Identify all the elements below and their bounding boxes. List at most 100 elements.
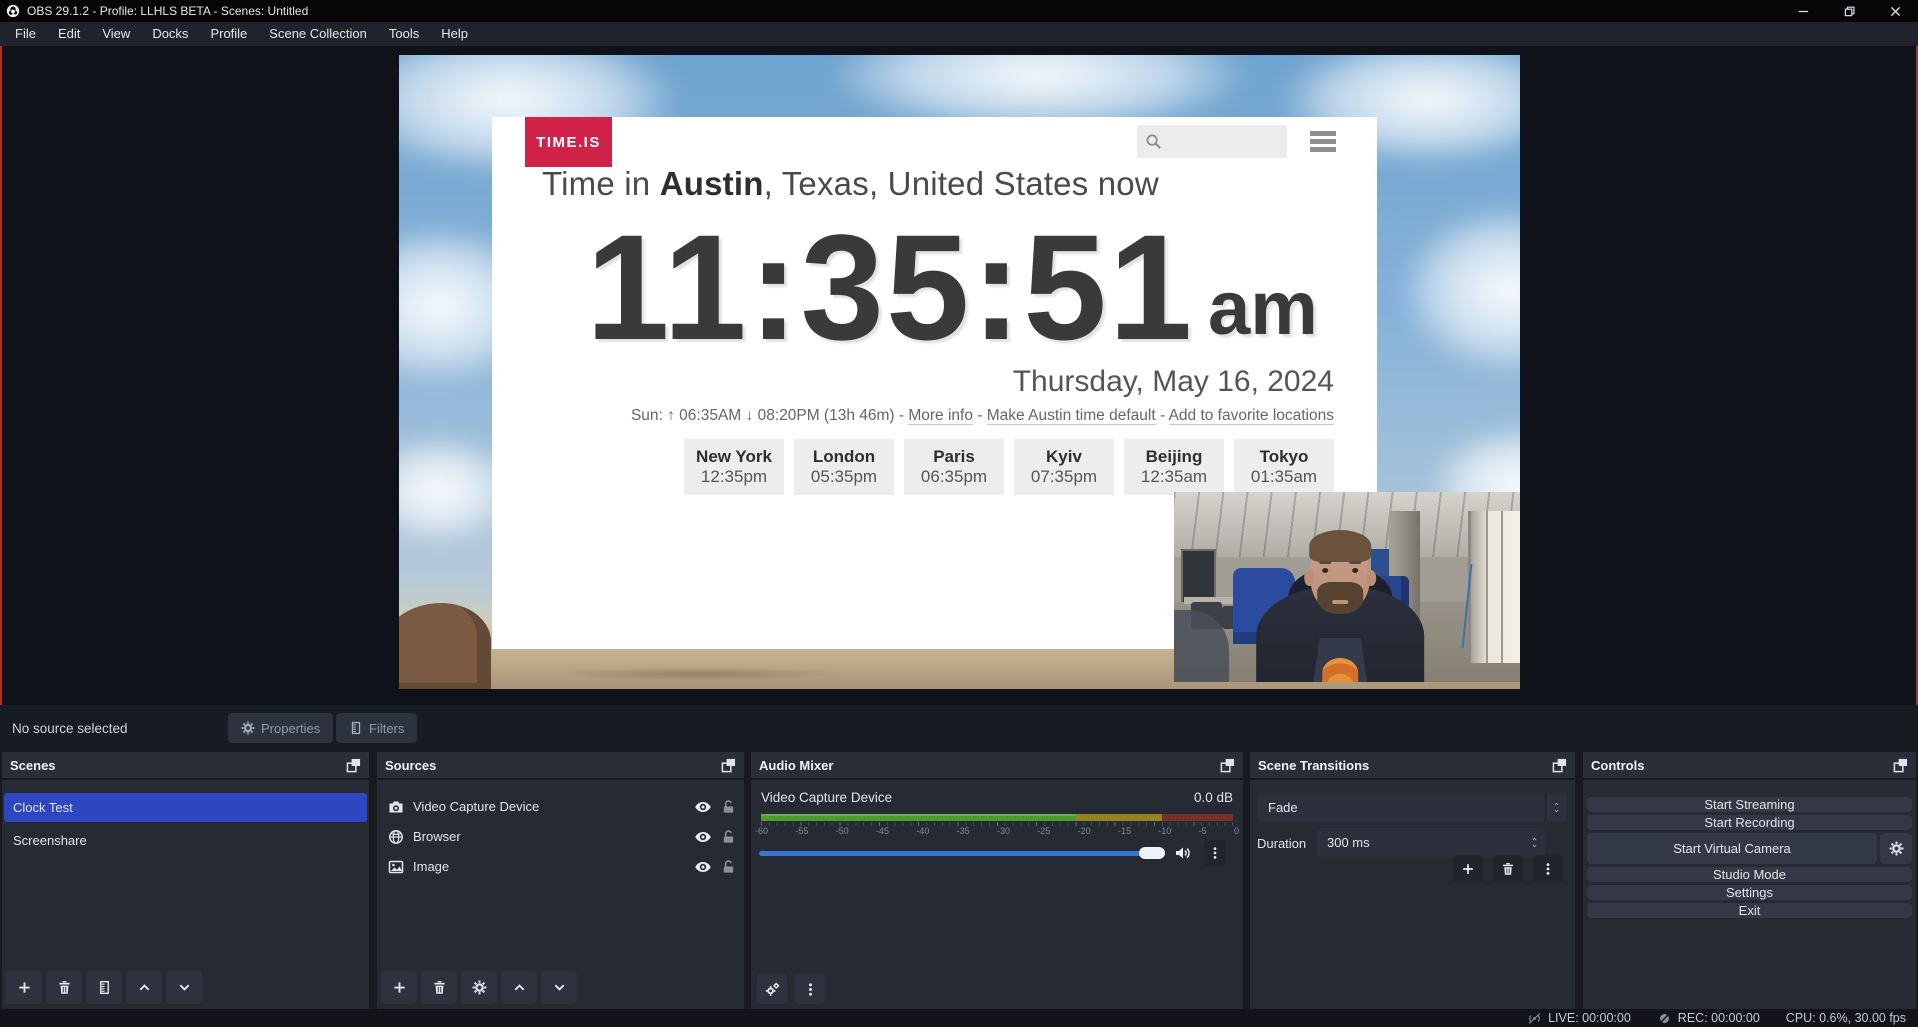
mixer-channel-menu-button[interactable] [1204,840,1226,866]
menu-docks[interactable]: Docks [141,22,199,46]
volume-slider-handle[interactable] [1139,847,1165,859]
obs-logo-icon [6,4,20,18]
world-times-row: New York12:35pm London05:35pm Paris06:35… [684,439,1334,495]
filter-icon [97,980,112,995]
move-source-down-button[interactable] [541,971,577,1004]
settings-button[interactable]: Settings [1587,885,1912,900]
remove-source-button[interactable] [421,971,457,1004]
timeis-date: Thursday, May 16, 2024 [1013,365,1334,399]
transition-select-arrows[interactable] [1545,793,1567,822]
popout-icon[interactable] [721,758,736,773]
dots-icon [1541,862,1555,876]
close-button[interactable] [1872,0,1918,22]
controls-header[interactable]: Controls [1583,752,1916,780]
source-properties-button[interactable] [461,971,497,1004]
visibility-eye-icon[interactable] [694,858,712,876]
popout-icon[interactable] [1552,758,1567,773]
menu-edit[interactable]: Edit [47,22,91,46]
world-time-newyork: New York12:35pm [684,439,784,495]
virtual-camera-config-button[interactable] [1880,833,1912,864]
duration-spin-arrows[interactable] [1523,828,1545,857]
scenes-title: Scenes [10,758,56,773]
menu-view[interactable]: View [91,22,141,46]
menu-tools[interactable]: Tools [378,22,430,46]
stream-inactive-icon [1527,1012,1542,1025]
start-recording-button[interactable]: Start Recording [1587,815,1912,830]
menu-profile[interactable]: Profile [199,22,258,46]
visibility-eye-icon[interactable] [694,828,712,846]
move-source-up-button[interactable] [501,971,537,1004]
timeis-search-box [1137,125,1287,158]
timeis-logo: TIME.IS [525,117,612,167]
hoodie-orange-logo [1322,658,1358,682]
scene-transitions-header[interactable]: Scene Transitions [1250,752,1575,780]
webcam-video-overlay [1174,492,1520,682]
mixer-menu-button[interactable] [795,974,825,1004]
source-item-browser[interactable]: Browser [379,822,742,851]
minimize-button[interactable] [1780,0,1826,22]
image-icon [388,859,404,875]
restore-button[interactable] [1826,0,1872,22]
popout-icon[interactable] [1220,758,1235,773]
scene-item-screenshare[interactable]: Screenshare [4,826,367,855]
duration-spinbox[interactable]: 300 ms [1317,828,1545,857]
sources-header[interactable]: Sources [377,752,744,780]
lock-icon[interactable] [721,859,736,874]
audio-mixer-header[interactable]: Audio Mixer [751,752,1243,780]
remove-transition-button[interactable] [1493,855,1523,883]
source-item-video-capture[interactable]: Video Capture Device [379,792,742,821]
studio-mode-button[interactable]: Studio Mode [1587,867,1912,882]
mixer-level-db: 0.0 dB [1194,790,1233,805]
filters-button[interactable]: Filters [336,713,417,743]
world-time-tokyo: Tokyo01:35am [1234,439,1334,495]
source-item-image[interactable]: Image [379,852,742,881]
gear-icon [241,721,255,735]
duration-value: 300 ms [1317,835,1523,850]
scene-item-clock-test[interactable]: Clock Test [4,793,367,822]
properties-button[interactable]: Properties [228,713,333,743]
popout-icon[interactable] [1893,758,1908,773]
scene-filters-button[interactable] [86,971,122,1004]
exit-button[interactable]: Exit [1587,903,1912,918]
lock-icon[interactable] [721,799,736,814]
close-icon [1890,6,1901,17]
desert-mound [399,603,491,689]
more-info-link: More info [908,407,973,425]
transition-select[interactable]: Fade [1258,793,1567,822]
start-virtual-camera-button[interactable]: Start Virtual Camera [1587,833,1877,864]
audio-mixer-panel: Audio Mixer Video Capture Device 0.0 dB … [751,752,1243,1009]
globe-icon [388,829,404,845]
add-transition-button[interactable] [1453,855,1483,883]
minimize-icon [1798,6,1809,17]
add-source-button[interactable] [381,971,417,1004]
lock-icon[interactable] [721,829,736,844]
webcam-person [1255,532,1425,682]
menu-file[interactable]: File [4,22,47,46]
scene-preview[interactable]: TIME.IS Time in Austin, Texas, United St… [399,55,1520,689]
gear-icon [472,980,487,995]
scenes-header[interactable]: Scenes [2,752,369,780]
remove-scene-button[interactable] [46,971,82,1004]
advanced-audio-button[interactable] [757,974,787,1004]
record-inactive-icon [1657,1012,1672,1025]
visibility-eye-icon[interactable] [694,798,712,816]
transition-properties-button[interactable] [1533,855,1563,883]
speaker-icon[interactable] [1174,844,1192,862]
trash-icon [1501,862,1515,876]
add-scene-button[interactable] [6,971,42,1004]
gear-icon [1889,841,1904,856]
menu-scene-collection[interactable]: Scene Collection [258,22,378,46]
start-streaming-button[interactable]: Start Streaming [1587,797,1912,812]
trash-icon [432,980,447,995]
popout-icon[interactable] [346,758,361,773]
scenes-panel: Scenes Clock Test Screenshare [2,752,369,1009]
filter-icon [349,721,363,735]
move-scene-down-button[interactable] [166,971,202,1004]
sources-panel: Sources Video Capture Device Browser Ima… [377,752,744,1009]
clock-meridiem: am [1208,265,1318,352]
preview-canvas[interactable]: TIME.IS Time in Austin, Texas, United St… [0,46,1918,705]
menu-help[interactable]: Help [430,22,479,46]
status-bar: LIVE: 00:00:00 REC: 00:00:00 CPU: 0.6%, … [0,1009,1918,1027]
volume-slider[interactable] [759,851,1157,856]
move-scene-up-button[interactable] [126,971,162,1004]
